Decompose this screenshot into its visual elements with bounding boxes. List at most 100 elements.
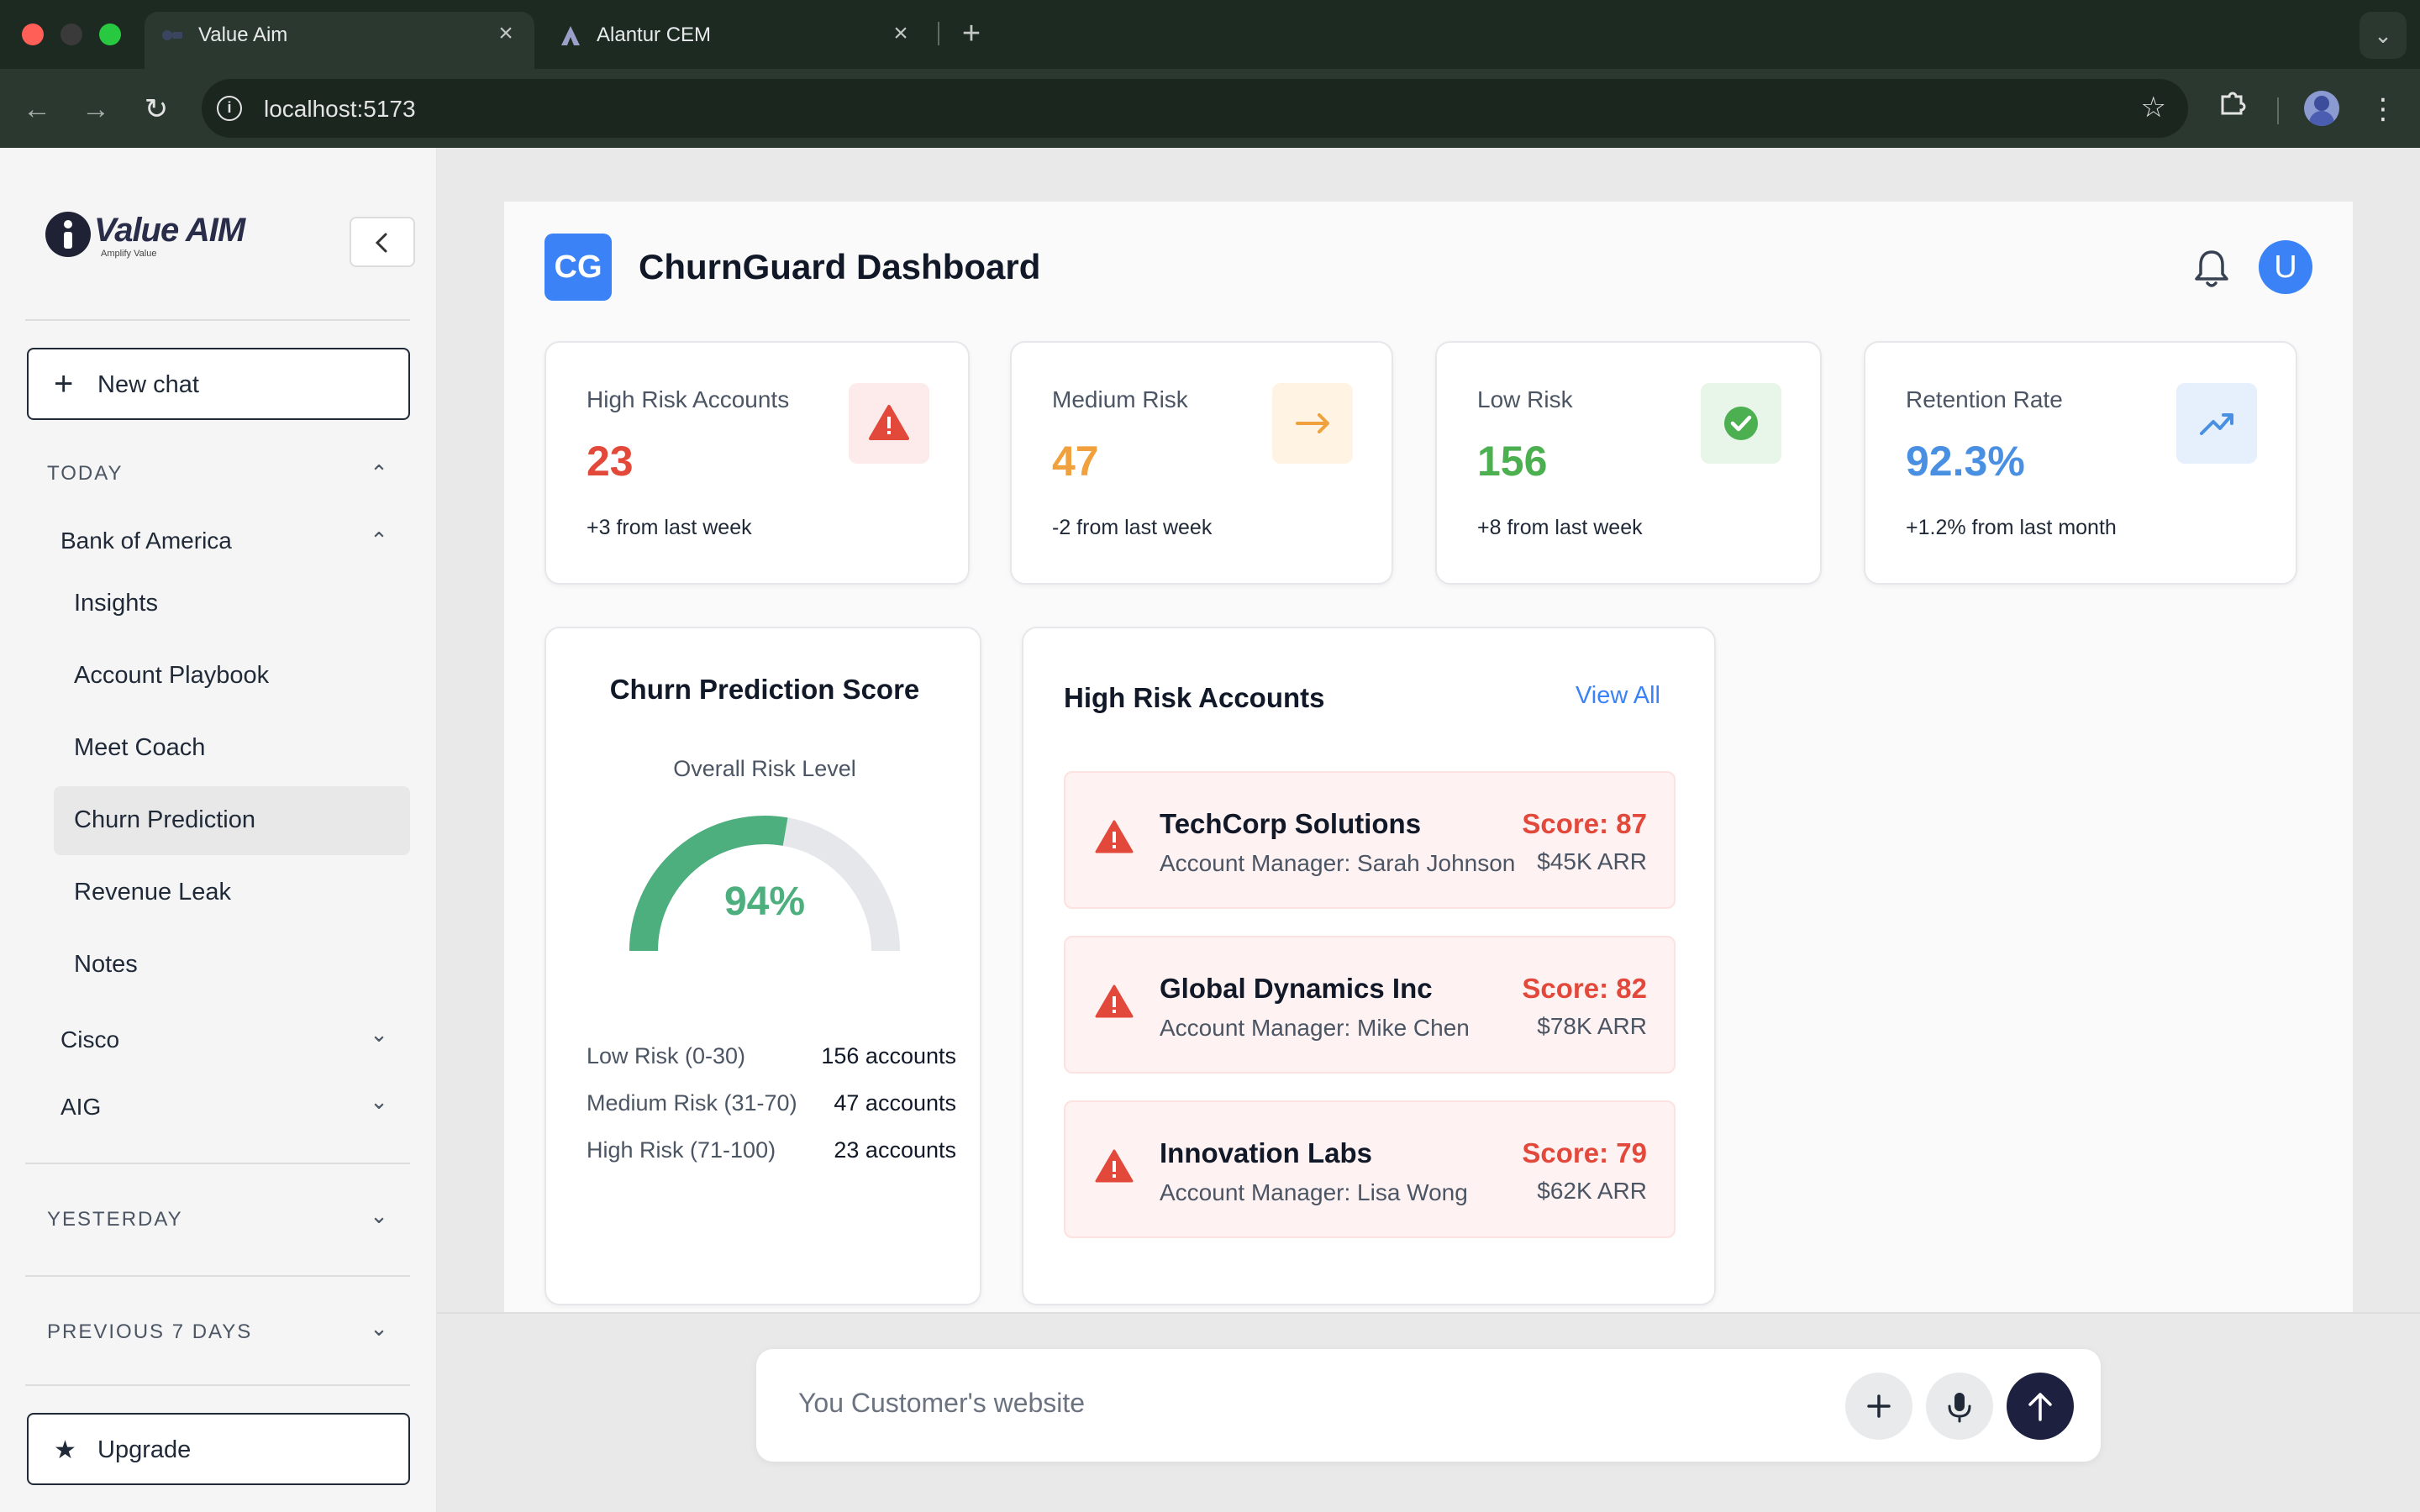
value-aim-logo: Value AIM Amplify Value bbox=[45, 212, 264, 270]
legend-row-medium-risk: Medium Risk (31-70) 47 accounts bbox=[587, 1090, 956, 1124]
account-manager: Account Manager: Mike Chen bbox=[1160, 1015, 1470, 1041]
account-score: Score: 87 bbox=[1522, 808, 1647, 839]
chevron-down-icon[interactable]: ⌄ bbox=[366, 1203, 392, 1229]
send-button[interactable] bbox=[2007, 1373, 2074, 1440]
new-chat-button[interactable]: + New chat bbox=[27, 348, 410, 420]
browser-tab-alantur[interactable]: Alantur CEM × bbox=[543, 12, 929, 69]
bell-icon[interactable] bbox=[2191, 247, 2232, 291]
extensions-icon[interactable] bbox=[2210, 87, 2254, 131]
view-all-link[interactable]: View All bbox=[1576, 682, 1660, 710]
profile-avatar-icon[interactable] bbox=[2304, 91, 2339, 126]
legend-label: Low Risk (0-30) bbox=[587, 1043, 746, 1068]
arrow-right-icon bbox=[1272, 383, 1353, 464]
gauge-title: Churn Prediction Score bbox=[609, 674, 920, 705]
reload-icon[interactable]: ↻ bbox=[134, 87, 178, 131]
account-name: TechCorp Solutions bbox=[1160, 808, 1422, 839]
microphone-button[interactable] bbox=[1926, 1373, 1993, 1440]
plus-icon: + bbox=[54, 365, 74, 402]
warning-icon bbox=[1095, 820, 1134, 853]
stat-card-retention-rate: Retention Rate 92.3% +1.2% from last mon… bbox=[1864, 341, 2297, 585]
account-card[interactable]: Global Dynamics Inc Account Manager: Mik… bbox=[1064, 936, 1676, 1074]
chevron-down-icon[interactable]: ⌄ bbox=[366, 1089, 392, 1115]
logo-text: Value AIM bbox=[94, 212, 245, 249]
chat-input-bar bbox=[756, 1349, 2101, 1462]
avatar[interactable]: U bbox=[2259, 240, 2312, 294]
tab-title: Value Aim bbox=[198, 24, 288, 46]
chevron-down-icon[interactable]: ⌄ bbox=[366, 1315, 392, 1341]
minimize-window-button[interactable] bbox=[60, 24, 82, 45]
attach-button[interactable] bbox=[1845, 1373, 1912, 1440]
browser-toolbar: ← → ↻ i localhost:5173 ☆ ⋮ bbox=[0, 69, 2420, 148]
sidebar-divider bbox=[25, 1384, 410, 1386]
legend-label: High Risk (71-100) bbox=[587, 1137, 776, 1163]
sidebar-item-label: Insights bbox=[74, 590, 158, 617]
sidebar-item-churn-prediction[interactable]: Churn Prediction bbox=[54, 786, 410, 855]
browser-menu-icon[interactable]: ⋮ bbox=[2361, 87, 2405, 131]
sidebar-item-insights[interactable]: Insights bbox=[54, 570, 410, 638]
stat-card-low-risk: Low Risk 156 +8 from last week bbox=[1435, 341, 1822, 585]
chevron-up-icon[interactable]: ⌃ bbox=[366, 528, 392, 554]
account-score: Score: 82 bbox=[1522, 973, 1647, 1004]
chevron-down-icon[interactable]: ⌄ bbox=[366, 1021, 392, 1047]
new-tab-icon[interactable]: + bbox=[953, 15, 990, 52]
account-name: Innovation Labs bbox=[1160, 1137, 1373, 1168]
upgrade-button[interactable]: ★ Upgrade bbox=[27, 1413, 410, 1485]
close-tab-icon[interactable]: × bbox=[886, 18, 916, 49]
warning-icon bbox=[1095, 984, 1134, 1018]
group-cisco[interactable]: Cisco bbox=[60, 1026, 119, 1053]
panel-title: High Risk Accounts bbox=[1064, 682, 1325, 713]
account-name: Global Dynamics Inc bbox=[1160, 973, 1433, 1004]
sidebar-item-notes[interactable]: Notes bbox=[54, 931, 410, 1000]
sidebar-divider bbox=[25, 319, 410, 321]
account-manager: Account Manager: Lisa Wong bbox=[1160, 1179, 1468, 1205]
arrow-up-icon bbox=[2028, 1393, 2052, 1421]
gauge-percent: 94% bbox=[723, 879, 806, 924]
sidebar-item-account-playbook[interactable]: Account Playbook bbox=[54, 642, 410, 711]
group-bank-of-america[interactable]: Bank of America bbox=[60, 528, 232, 554]
forward-arrow-icon[interactable]: → bbox=[74, 87, 118, 131]
section-yesterday[interactable]: YESTERDAY bbox=[47, 1208, 183, 1231]
maximize-window-button[interactable] bbox=[99, 24, 121, 45]
sidebar-item-label: Account Playbook bbox=[74, 662, 270, 689]
stat-change: -2 from last week bbox=[1052, 516, 1213, 539]
stat-value: 92.3% bbox=[1906, 438, 2025, 485]
website-input[interactable] bbox=[798, 1388, 1765, 1419]
back-arrow-icon[interactable]: ← bbox=[15, 87, 59, 131]
site-info-icon[interactable]: i bbox=[217, 96, 242, 121]
new-chat-label: New chat bbox=[97, 371, 199, 398]
section-previous-7-days[interactable]: PREVIOUS 7 DAYS bbox=[47, 1320, 252, 1344]
bookmark-star-icon[interactable]: ☆ bbox=[2141, 91, 2166, 124]
close-tab-icon[interactable]: × bbox=[491, 18, 521, 49]
chevron-left-icon bbox=[375, 233, 387, 253]
stat-value: 23 bbox=[587, 438, 634, 485]
group-aig[interactable]: AIG bbox=[60, 1094, 101, 1121]
plus-icon bbox=[1867, 1394, 1891, 1418]
value-aim-favicon-icon bbox=[162, 30, 182, 40]
stat-change: +3 from last week bbox=[587, 516, 752, 539]
churn-prediction-panel: Churn Prediction Score Overall Risk Leve… bbox=[544, 627, 981, 1305]
browser-tab-value-aim[interactable]: Value Aim × bbox=[145, 12, 534, 69]
sidebar-item-revenue-leak[interactable]: Revenue Leak bbox=[54, 858, 410, 927]
legend-value: 47 accounts bbox=[834, 1090, 956, 1116]
tab-search-chevron-icon[interactable]: ⌄ bbox=[2360, 12, 2407, 59]
account-arr: $62K ARR bbox=[1537, 1178, 1647, 1204]
sidebar-item-label: Meet Coach bbox=[74, 734, 206, 761]
upgrade-label: Upgrade bbox=[97, 1436, 192, 1463]
browser-tab-bar: Value Aim × Alantur CEM × + ⌄ bbox=[0, 0, 2420, 69]
address-bar[interactable]: i localhost:5173 ☆ bbox=[202, 79, 2188, 138]
section-today[interactable]: TODAY bbox=[47, 462, 123, 486]
account-card[interactable]: TechCorp Solutions Account Manager: Sara… bbox=[1064, 771, 1676, 909]
stat-card-high-risk: High Risk Accounts 23 +3 from last week bbox=[544, 341, 970, 585]
collapse-sidebar-button[interactable] bbox=[350, 217, 415, 267]
sidebar-item-meet-coach[interactable]: Meet Coach bbox=[54, 714, 410, 783]
stat-label: Medium Risk bbox=[1052, 386, 1188, 412]
account-card[interactable]: Innovation Labs Account Manager: Lisa Wo… bbox=[1064, 1100, 1676, 1238]
microphone-icon bbox=[1948, 1393, 1971, 1423]
legend-row-high-risk: High Risk (71-100) 23 accounts bbox=[587, 1137, 956, 1171]
stat-label: High Risk Accounts bbox=[587, 386, 790, 412]
close-window-button[interactable] bbox=[22, 24, 44, 45]
warning-icon bbox=[849, 383, 929, 464]
sidebar-item-label: Notes bbox=[74, 951, 138, 978]
sidebar-divider bbox=[25, 1275, 410, 1277]
chevron-up-icon[interactable]: ⌃ bbox=[366, 460, 392, 486]
